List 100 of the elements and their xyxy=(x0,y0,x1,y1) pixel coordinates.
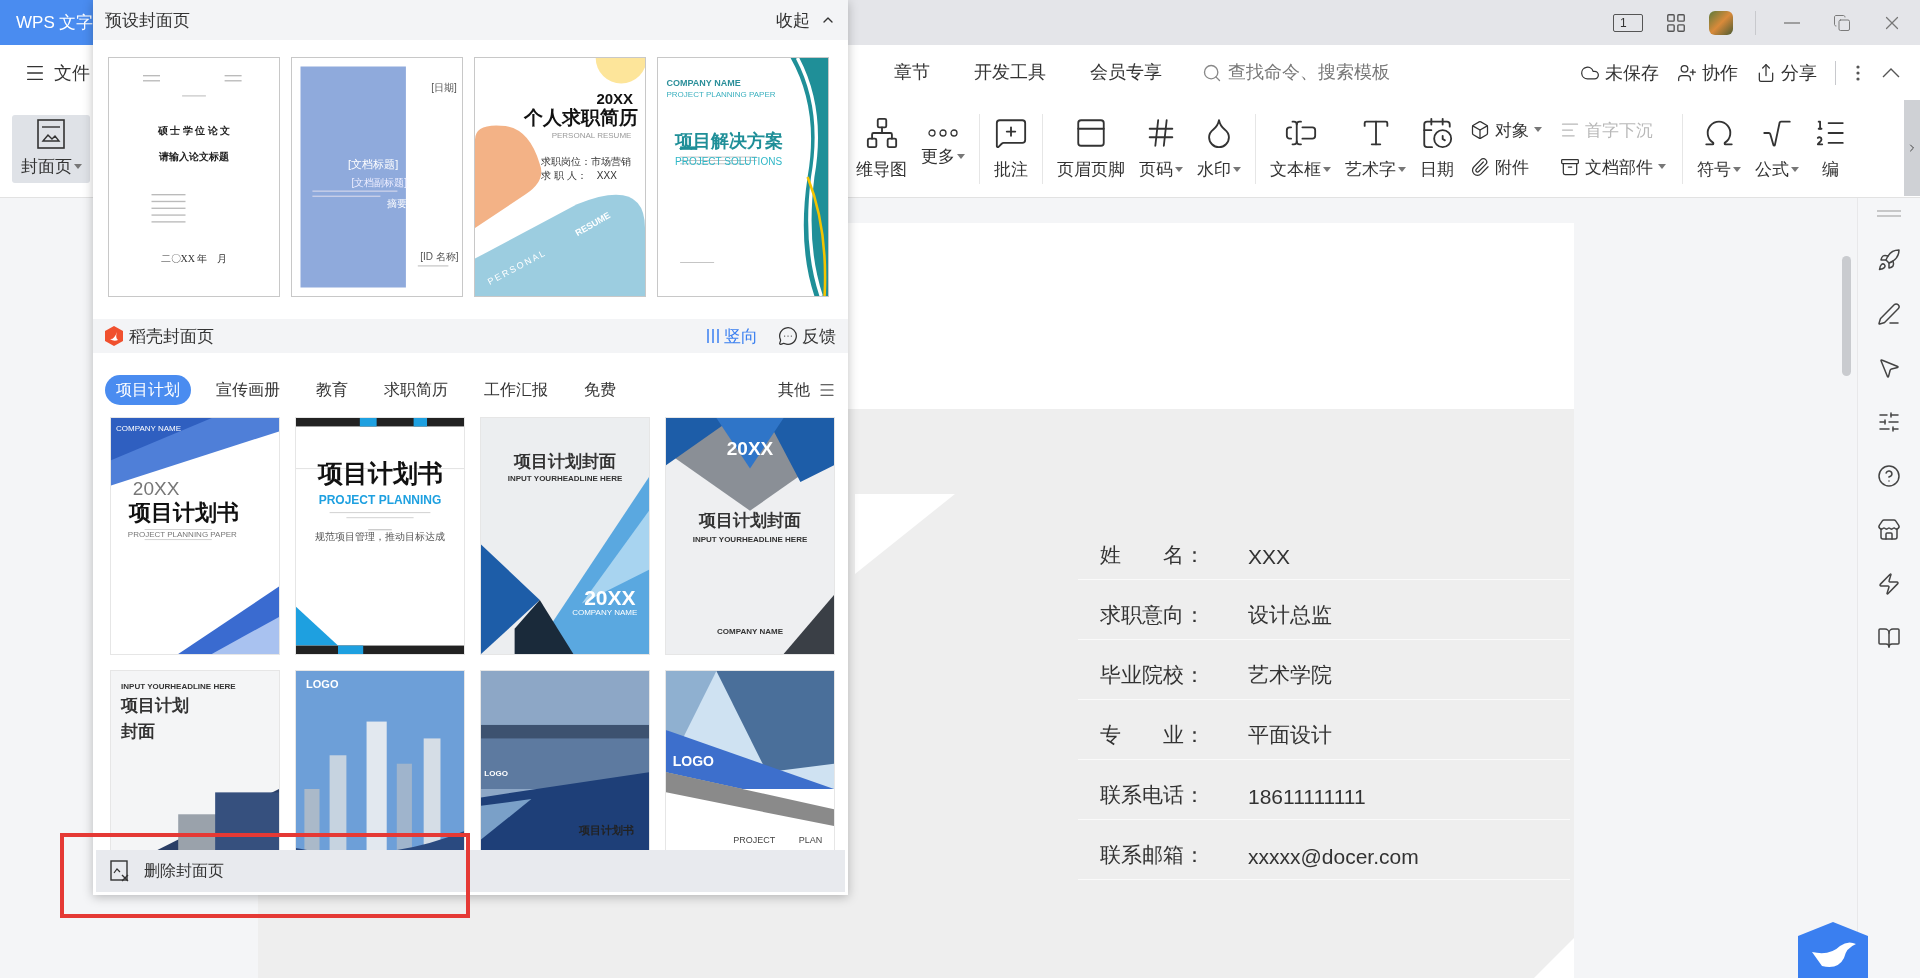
ribbon-button[interactable]: 页码 xyxy=(1135,116,1187,181)
ribbon-button[interactable]: 水印 xyxy=(1193,116,1245,181)
template-text: COMPANY NAME xyxy=(666,79,741,90)
avatar-icon[interactable] xyxy=(1709,10,1733,35)
template-text: INPUT YOURHEADLINE HERE xyxy=(692,536,808,545)
sidebar-button[interactable] xyxy=(1877,572,1901,596)
file-menu[interactable]: 文件 xyxy=(20,56,94,89)
sidebar-button[interactable] xyxy=(1877,518,1901,542)
delete-cover-button[interactable]: 删除封面页 xyxy=(96,850,845,892)
category-tab[interactable]: 求职简历 xyxy=(373,375,459,405)
template-text: LOGO xyxy=(672,753,714,769)
menu-tab[interactable]: 章节 xyxy=(894,55,930,90)
book-icon xyxy=(1877,626,1901,650)
ribbon-button[interactable]: 页眉页脚 xyxy=(1053,116,1129,181)
other-categories-button[interactable]: 其他 xyxy=(778,379,836,401)
template-text: PROJECT xyxy=(733,836,776,847)
sidebar-button[interactable] xyxy=(1877,356,1901,380)
field-value: XXX xyxy=(1248,545,1291,569)
template-text: INPUT YOURHEADLINE HERE xyxy=(121,682,236,692)
template-text: PROJECT PLANNING xyxy=(318,493,442,507)
sidebar-button[interactable] xyxy=(1877,626,1901,650)
toolbar-action[interactable]: 未保存 xyxy=(1580,60,1659,85)
template-text: 规范项目管理，推动目标达成 xyxy=(315,531,445,543)
ribbon-button[interactable]: 编 xyxy=(1809,116,1851,181)
ribbon-button[interactable]: 艺术字 xyxy=(1341,116,1410,181)
cover-template[interactable]: 项目计划书 PROJECT PLANNING 规范项目管理，推动目标达成 xyxy=(295,417,465,655)
caret-icon xyxy=(1791,166,1799,173)
template-text: 硕 士 学 位 论 文 xyxy=(157,124,231,136)
cover-page-button[interactable]: 封面页 xyxy=(12,114,90,183)
dots-icon xyxy=(928,129,958,137)
docer-logo-icon xyxy=(105,326,123,346)
template-text: PROJECT SOLUTIONS xyxy=(675,155,783,167)
bird-logo-icon[interactable] xyxy=(1796,922,1870,978)
speech-bubble-icon xyxy=(994,116,1028,150)
field-value: 艺术学院 xyxy=(1248,662,1332,688)
template-text: PROJECT PLANNING PAPER xyxy=(127,531,237,541)
ribbon-button[interactable]: 维导图 xyxy=(852,116,911,181)
category-tab[interactable]: 教育 xyxy=(305,375,359,405)
template-text: PERSONAL RESUME xyxy=(551,131,632,141)
handle-icon[interactable] xyxy=(1877,210,1901,218)
template-text: PLAN xyxy=(798,836,823,847)
caret-icon xyxy=(1534,127,1542,133)
category-tab[interactable]: 免费 xyxy=(573,375,627,405)
template-text: INPUT YOURHEADLINE HERE xyxy=(507,474,623,484)
cover-template[interactable]: COMPANY NAME 20XX 项目计划书 PROJECT PLANNING PAPER xyxy=(110,417,280,655)
ribbon-button[interactable]: 附件 xyxy=(1470,155,1542,179)
sidebar-button[interactable] xyxy=(1877,248,1901,272)
cover-template[interactable]: LOGO 项目计划书 xyxy=(480,670,650,850)
cover-page-icon xyxy=(37,119,65,149)
cover-template[interactable]: [日期] [文档标题] [文档副标题] 摘要 [ID 名称] xyxy=(291,57,463,297)
field-label: 联系邮箱： xyxy=(1100,842,1206,868)
ribbon-button[interactable]: 日期 xyxy=(1416,116,1458,181)
sidebar-button[interactable] xyxy=(1877,410,1901,434)
template-text: 项目计划封面 xyxy=(514,453,616,473)
ribbon-button[interactable]: 文本框 xyxy=(1266,116,1335,181)
cover-template[interactable]: 硕 士 学 位 论 文 请输入论文标题 二〇XX 年 月 xyxy=(108,57,280,297)
toolbar-action[interactable]: 分享 xyxy=(1756,60,1817,85)
caret-icon xyxy=(1658,164,1666,170)
template-text: 20XX xyxy=(584,585,636,609)
template-text: 个人求职简历 xyxy=(524,107,639,129)
cover-template[interactable]: LOGO PROJECT PLAN xyxy=(665,670,835,850)
orientation-button[interactable]: 竖向 xyxy=(706,324,758,348)
ribbon-button[interactable]: 批注 xyxy=(990,116,1032,181)
feedback-button[interactable]: 反馈 xyxy=(778,324,836,348)
ribbon-button[interactable]: 文档部件 xyxy=(1560,155,1666,179)
grid-icon[interactable] xyxy=(1665,11,1687,34)
field-label: 专 业： xyxy=(1100,722,1206,748)
caret-icon xyxy=(957,153,965,160)
page-header-icon xyxy=(1074,116,1108,150)
scrollbar-thumb[interactable] xyxy=(1842,256,1851,376)
template-text: COMPANY NAME xyxy=(572,609,638,618)
cover-template[interactable]: 20XX 项目计划封面 INPUT YOURHEADLINE HERE COMPANY NAME xyxy=(665,417,835,655)
template-text: LOGO xyxy=(306,678,339,691)
sidebar-button[interactable] xyxy=(1877,464,1901,488)
template-text: 封面 xyxy=(121,722,156,742)
cover-template[interactable]: 项目计划封面 INPUT YOURHEADLINE HERE 20XX COMPANY NAME xyxy=(480,417,650,655)
ribbon-button[interactable]: 对象 xyxy=(1470,118,1542,142)
ribbon-button[interactable]: 符号 xyxy=(1693,116,1745,181)
minimize-icon xyxy=(1784,21,1800,24)
category-tab[interactable]: 宣传画册 xyxy=(205,375,291,405)
ribbon-button[interactable]: 更多 xyxy=(917,129,969,168)
caret-icon xyxy=(1323,166,1331,173)
category-tab[interactable]: 工作汇报 xyxy=(473,375,559,405)
field-label: 求职意向： xyxy=(1100,602,1206,628)
field-value: xxxxx@docer.com xyxy=(1248,845,1419,869)
template-text: 摘要 xyxy=(387,198,408,210)
section-title: 稻壳封面页 xyxy=(129,325,214,348)
sidebar-button[interactable] xyxy=(1877,302,1901,326)
restore-icon xyxy=(1833,13,1851,32)
page-view-button[interactable]: 1 xyxy=(1613,13,1643,32)
ribbon-button[interactable]: 公式 xyxy=(1751,116,1803,181)
toolbar-action[interactable]: 协作 xyxy=(1677,60,1738,85)
more-icon xyxy=(1856,64,1860,81)
menu-tab[interactable]: 开发工具 xyxy=(974,55,1046,90)
cover-template[interactable]: INPUT YOURHEADLINE HERE 项目计划 封面 xyxy=(110,670,280,850)
template-text: COMPANY NAME xyxy=(116,425,182,434)
archive-icon xyxy=(1560,157,1580,177)
menu-tab[interactable]: 会员专享 xyxy=(1090,55,1162,90)
collapse-button[interactable]: 收起 xyxy=(776,8,836,32)
search-field[interactable]: 查找命令、搜索模板 xyxy=(1202,61,1410,84)
